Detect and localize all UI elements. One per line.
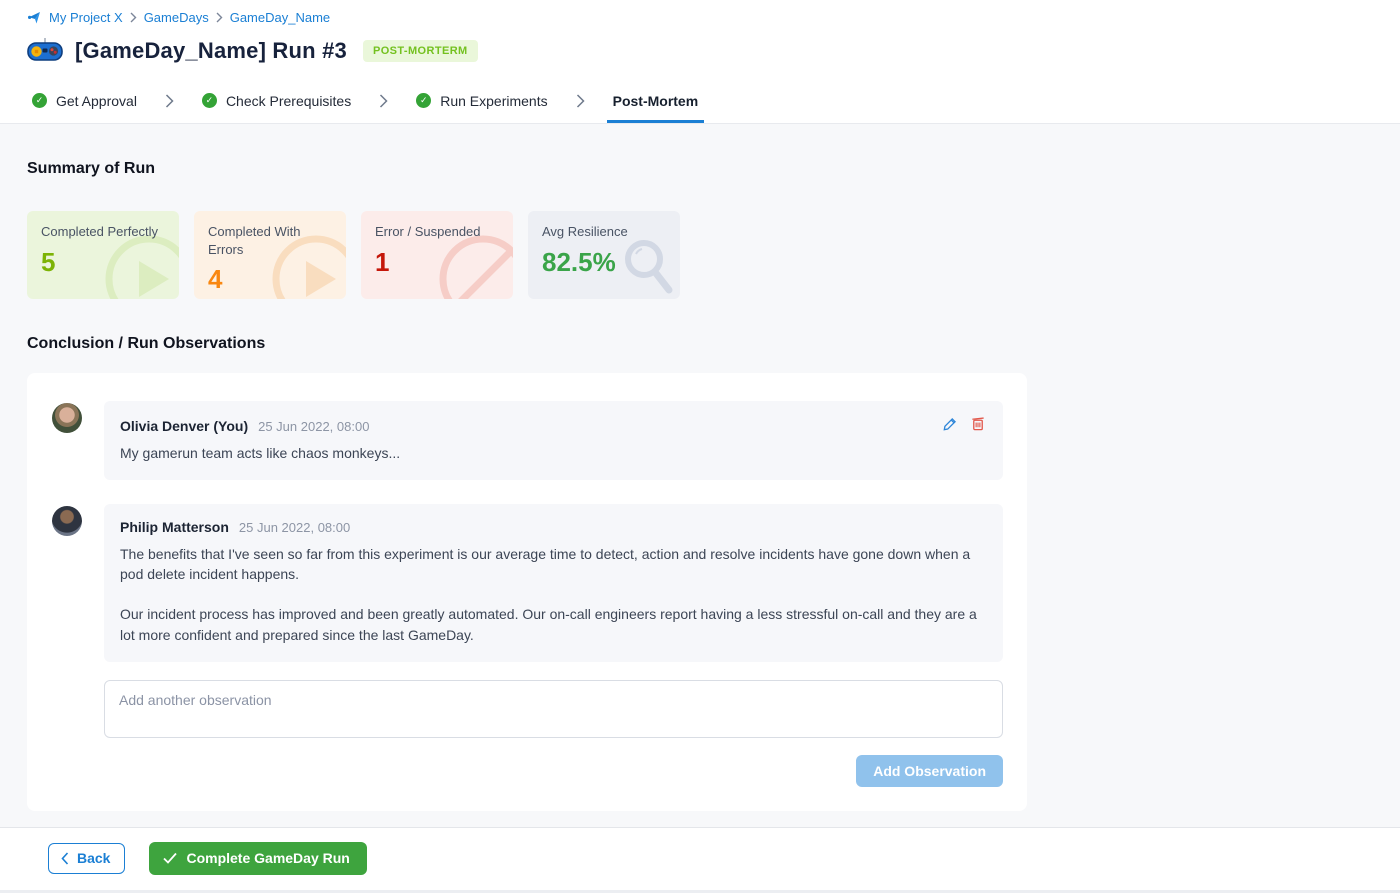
add-observation-button[interactable]: Add Observation bbox=[856, 755, 1003, 787]
breadcrumb-item-project[interactable]: My Project X bbox=[49, 10, 123, 25]
complete-button-label: Complete GameDay Run bbox=[186, 850, 349, 866]
breadcrumb-item-gameday-name[interactable]: GameDay_Name bbox=[230, 10, 330, 25]
comment-timestamp: 25 Jun 2022, 08:00 bbox=[258, 419, 369, 434]
back-button-label: Back bbox=[77, 850, 110, 866]
avatar bbox=[52, 506, 82, 536]
stat-value: 4 bbox=[208, 264, 332, 295]
stat-label: Avg Resilience bbox=[542, 223, 660, 241]
observation-comment: Philip Matterson 25 Jun 2022, 08:00 The … bbox=[52, 504, 1003, 662]
page-title: [GameDay_Name] Run #3 bbox=[75, 38, 347, 64]
stat-label: Completed Perfectly bbox=[41, 223, 159, 241]
title-row: [GameDay_Name] Run #3 POST-MORTERM bbox=[27, 38, 1373, 78]
tab-label: Check Prerequisites bbox=[226, 93, 351, 109]
breadcrumb: My Project X GameDays GameDay_Name bbox=[27, 10, 1373, 25]
check-circle-icon: ✓ bbox=[202, 93, 217, 108]
page: My Project X GameDays GameDay_Name [Gam bbox=[0, 0, 1400, 890]
observations-panel: Olivia Denver (You) 25 Jun 2022, 08:00 bbox=[27, 373, 1027, 811]
breadcrumb-item-gamedays[interactable]: GameDays bbox=[144, 10, 209, 25]
comment-bubble: Olivia Denver (You) 25 Jun 2022, 08:00 bbox=[104, 401, 1003, 480]
back-button[interactable]: Back bbox=[48, 843, 125, 874]
tab-label: Run Experiments bbox=[440, 93, 547, 109]
status-badge: POST-MORTERM bbox=[363, 40, 478, 62]
observation-input[interactable] bbox=[104, 680, 1003, 738]
footer-bar: Back Complete GameDay Run bbox=[0, 827, 1400, 890]
chevron-right-icon bbox=[576, 78, 585, 123]
chevron-right-icon bbox=[165, 78, 174, 123]
breadcrumb-separator-icon bbox=[216, 12, 223, 23]
chevron-right-icon bbox=[379, 78, 388, 123]
tab-get-approval[interactable]: ✓ Get Approval bbox=[32, 78, 137, 123]
chevron-left-icon bbox=[61, 852, 69, 865]
summary-cards: Completed Perfectly 5 Completed With Err… bbox=[27, 211, 1373, 299]
comment-text: The benefits that I've seen so far from … bbox=[120, 544, 985, 645]
tab-post-mortem[interactable]: Post-Mortem bbox=[613, 78, 699, 123]
stepper-tabbar: ✓ Get Approval ✓ Check Prerequisites ✓ R… bbox=[0, 78, 1400, 124]
check-icon bbox=[163, 852, 177, 864]
comment-author: Philip Matterson bbox=[120, 519, 229, 535]
stat-value: 1 bbox=[375, 247, 499, 278]
comment-text: My gamerun team acts like chaos monkeys.… bbox=[120, 443, 985, 463]
stat-card-error-suspended: Error / Suspended 1 bbox=[361, 211, 513, 299]
stat-label: Completed With Errors bbox=[208, 223, 326, 258]
edit-icon[interactable] bbox=[943, 417, 957, 431]
project-logo-icon bbox=[27, 11, 42, 25]
stat-value: 5 bbox=[41, 247, 165, 278]
stat-value: 82.5% bbox=[542, 247, 666, 278]
page-header: My Project X GameDays GameDay_Name [Gam bbox=[0, 0, 1400, 78]
check-circle-icon: ✓ bbox=[416, 93, 431, 108]
conclusion-heading: Conclusion / Run Observations bbox=[27, 335, 1373, 353]
main-content: Summary of Run Completed Perfectly 5 Com… bbox=[0, 124, 1400, 827]
observation-composer: Add Observation bbox=[104, 680, 1003, 787]
comment-timestamp: 25 Jun 2022, 08:00 bbox=[239, 520, 350, 535]
breadcrumb-separator-icon bbox=[130, 12, 137, 23]
tab-check-prerequisites[interactable]: ✓ Check Prerequisites bbox=[202, 78, 351, 123]
check-circle-icon: ✓ bbox=[32, 93, 47, 108]
comment-bubble: Philip Matterson 25 Jun 2022, 08:00 The … bbox=[104, 504, 1003, 662]
stat-card-completed-with-errors: Completed With Errors 4 bbox=[194, 211, 346, 299]
complete-gameday-run-button[interactable]: Complete GameDay Run bbox=[149, 842, 366, 875]
tab-label: Get Approval bbox=[56, 93, 137, 109]
summary-heading: Summary of Run bbox=[27, 160, 1373, 178]
avatar bbox=[52, 403, 82, 433]
observation-comment: Olivia Denver (You) 25 Jun 2022, 08:00 bbox=[52, 401, 1003, 480]
comment-author: Olivia Denver (You) bbox=[120, 418, 248, 434]
delete-icon[interactable] bbox=[971, 416, 985, 431]
stat-card-avg-resilience: Avg Resilience 82.5% bbox=[528, 211, 680, 299]
stat-card-completed-perfectly: Completed Perfectly 5 bbox=[27, 211, 179, 299]
stat-label: Error / Suspended bbox=[375, 223, 493, 241]
gamepad-icon bbox=[27, 38, 63, 64]
tab-run-experiments[interactable]: ✓ Run Experiments bbox=[416, 78, 547, 123]
tab-label: Post-Mortem bbox=[613, 93, 699, 109]
